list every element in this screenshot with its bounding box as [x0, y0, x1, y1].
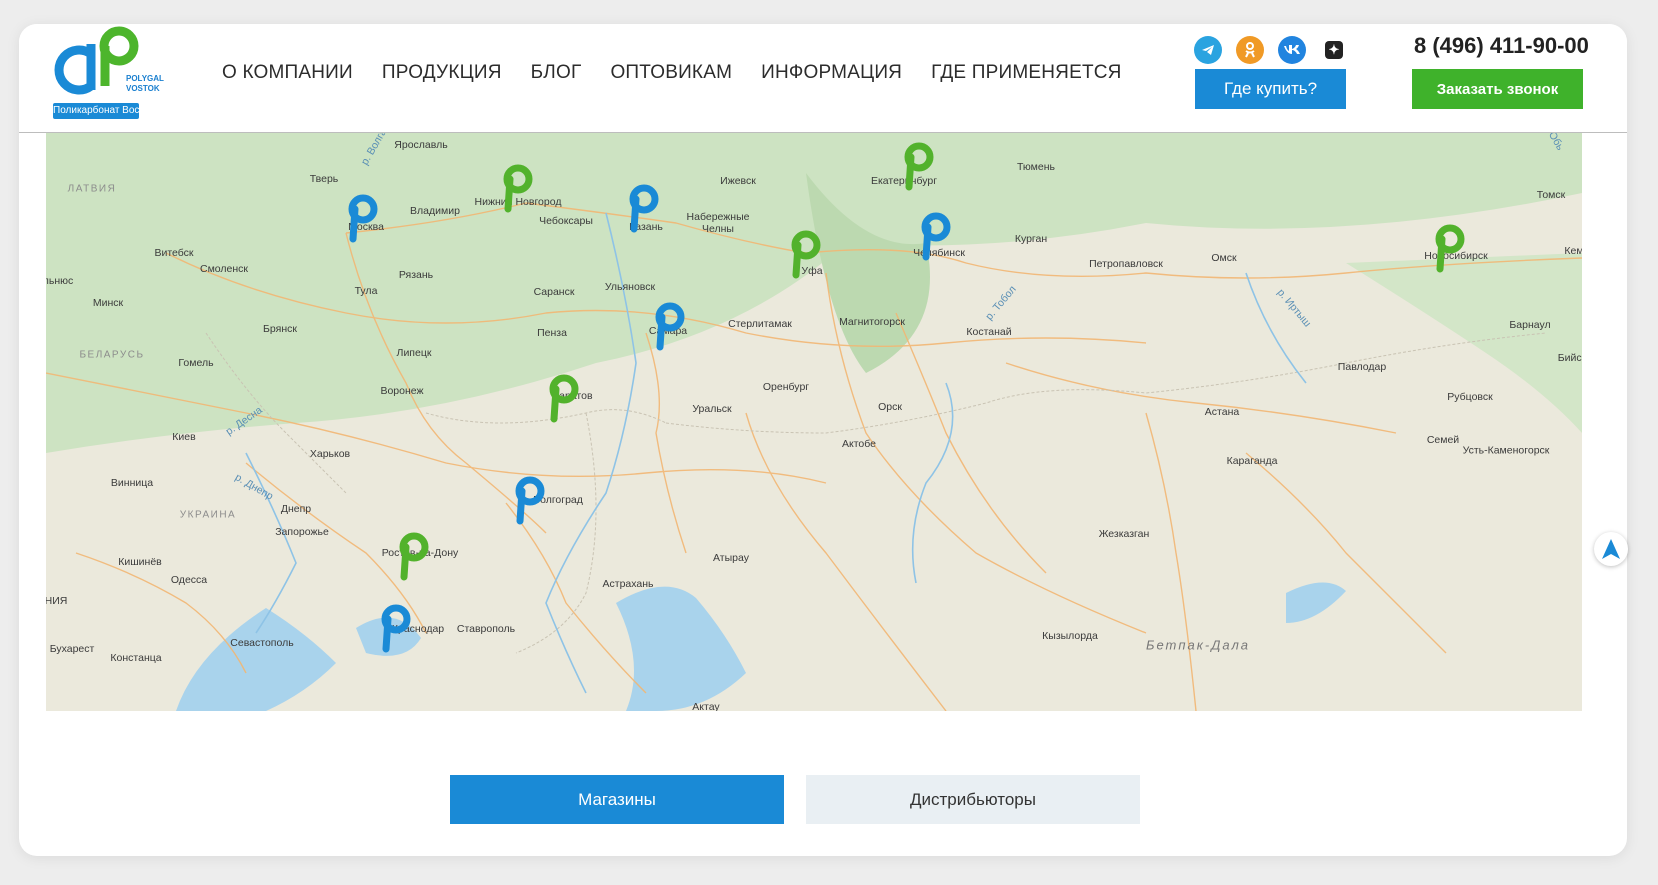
map-city-label: Павлодар — [1337, 361, 1387, 373]
map-city-label: Омск — [1211, 252, 1237, 264]
map-city-label: Чебоксары — [539, 215, 593, 227]
map-city-label: Днепр — [280, 503, 312, 515]
map-edge-label: льнюс — [46, 275, 74, 287]
map-city-label: Кызылорда — [1042, 630, 1098, 642]
logo-badge: Поликарбонат Восток — [53, 103, 154, 119]
map-pin-green[interactable] — [501, 163, 535, 213]
map-city-label: Актау — [692, 701, 720, 711]
map-city-label: Брянск — [263, 323, 297, 335]
map-city-label: Констанца — [110, 652, 162, 664]
map-city-label: Смоленск — [199, 263, 249, 275]
vk-icon[interactable] — [1278, 36, 1306, 64]
tab-shops[interactable]: Магазины — [450, 775, 784, 824]
map-city-label: Витебск — [154, 247, 194, 259]
map-city-label: Бийск — [1557, 352, 1582, 364]
map-city-label: Астрахань — [602, 578, 654, 590]
map-city-label: Пенза — [537, 327, 567, 339]
map-city-label: Актобе — [842, 438, 876, 450]
map-city-label: Тверь — [309, 173, 339, 185]
map-pin-green[interactable] — [789, 229, 823, 279]
map-edge-label: Кем — [1564, 245, 1582, 257]
map-city-label: Гомель — [178, 357, 214, 369]
map-city-label: Усть-Каменогорск — [1462, 444, 1550, 457]
map-city-label: Астана — [1204, 406, 1240, 418]
map-city-label: Владимир — [410, 205, 460, 217]
map-city-label: Ульяновск — [604, 281, 656, 293]
map-city-label: Костанай — [966, 326, 1012, 338]
odnoklassniki-icon[interactable] — [1236, 36, 1264, 64]
map-country-label: ЛАТВИЯ — [67, 183, 117, 195]
order-call-button[interactable]: Заказать звонок — [1412, 69, 1583, 109]
map-city-label: Караганда — [1226, 455, 1278, 467]
site-header: POLYGAL VOSTOK Поликарбонат Восток О КОМ… — [19, 24, 1627, 133]
map-city-label: Ярославль — [394, 139, 448, 151]
map-city-label: Киев — [172, 431, 196, 443]
map-city-label: Курган — [1014, 233, 1048, 245]
nav-info[interactable]: ИНФОРМАЦИЯ — [761, 62, 902, 84]
map-city-label: Томск — [1536, 189, 1566, 201]
map-city-label: Барнаул — [1509, 319, 1551, 331]
map-city-label: Рязань — [398, 269, 434, 281]
map-pin-green[interactable] — [1433, 223, 1467, 273]
nav-wholesale[interactable]: ОПТОВИКАМ — [610, 62, 732, 84]
map-pin-green[interactable] — [902, 141, 936, 191]
nav-where-used[interactable]: ГДЕ ПРИМЕНЯЕТСЯ — [931, 62, 1122, 84]
map-pin-blue[interactable] — [919, 211, 953, 261]
map-city-label: Запорожье — [275, 526, 329, 538]
map-city-label: Магнитогорск — [839, 316, 905, 328]
map-base — [46, 133, 1582, 711]
map-pin-blue[interactable] — [379, 603, 413, 653]
phone-number[interactable]: 8 (496) 411-90-00 — [1414, 33, 1589, 59]
nav-blog[interactable]: БЛОГ — [531, 62, 582, 84]
map-city-label: Ставрополь — [456, 623, 516, 635]
map-city-label: Харьков — [309, 448, 351, 460]
map-pin-green[interactable] — [547, 373, 581, 423]
map-city-label: Уральск — [692, 403, 732, 415]
map-edge-label: НИЯ — [46, 595, 68, 607]
map-pin-blue[interactable] — [627, 183, 661, 233]
map-city-label: Стерлитамак — [728, 318, 792, 330]
map-city-label: Оренбург — [762, 381, 810, 393]
map-country-label: УКРАИНА — [179, 509, 237, 521]
tab-distributors[interactable]: Дистрибьюторы — [806, 775, 1140, 824]
yandex-zen-icon[interactable]: ✦ — [1320, 36, 1348, 64]
nav-about[interactable]: О КОМПАНИИ — [222, 62, 353, 84]
map-city-label: Воронеж — [380, 385, 424, 397]
where-to-buy-button[interactable]: Где купить? — [1195, 69, 1346, 109]
dealers-map[interactable]: ЛАТВИЯ БЕЛАРУСЬ УКРАИНА Бетпак-Дала р. В… — [46, 133, 1582, 711]
scroll-up-icon[interactable] — [1594, 532, 1628, 566]
nav-products[interactable]: ПРОДУКЦИЯ — [382, 62, 502, 84]
map-city-label: Саранск — [533, 286, 575, 298]
map-city-label: Атырау — [713, 552, 749, 564]
map-region-label: Бетпак-Дала — [1145, 637, 1251, 653]
location-tabs: Магазины Дистрибьюторы — [450, 775, 1140, 824]
map-city-label: Севастополь — [230, 637, 294, 649]
map-city-label: Набережные Челны — [686, 211, 750, 235]
map-city-label: Семей — [1426, 434, 1460, 446]
map-city-label: Жезказган — [1098, 528, 1150, 540]
map-city-label: Бухарест — [49, 643, 95, 655]
map-city-label: Липецк — [396, 347, 432, 359]
social-links: ✦ — [1194, 36, 1348, 64]
map-pin-blue[interactable] — [513, 475, 547, 525]
main-nav: О КОМПАНИИ ПРОДУКЦИЯ БЛОГ ОПТОВИКАМ ИНФО… — [222, 62, 1151, 84]
map-city-label: Ижевск — [720, 175, 756, 187]
map-city-label: Одесса — [170, 574, 208, 586]
map-city-label: Рубцовск — [1447, 391, 1493, 403]
map-pin-blue[interactable] — [346, 193, 380, 243]
logo-text: POLYGAL VOSTOK — [126, 74, 164, 93]
map-city-label: Минск — [92, 297, 124, 309]
page-card: POLYGAL VOSTOK Поликарбонат Восток О КОМ… — [19, 24, 1627, 856]
map-city-label: Винница — [110, 477, 154, 489]
map-city-label: Орск — [878, 401, 902, 413]
map-city-label: Петропавловск — [1089, 258, 1163, 270]
map-pin-blue[interactable] — [653, 301, 687, 351]
map-city-label: Кишинёв — [118, 556, 162, 568]
map-city-label: Тула — [354, 285, 378, 297]
telegram-icon[interactable] — [1194, 36, 1222, 64]
map-pin-green[interactable] — [397, 531, 431, 581]
map-city-label: Тюмень — [1016, 161, 1056, 173]
map-country-label: БЕЛАРУСЬ — [79, 349, 145, 361]
